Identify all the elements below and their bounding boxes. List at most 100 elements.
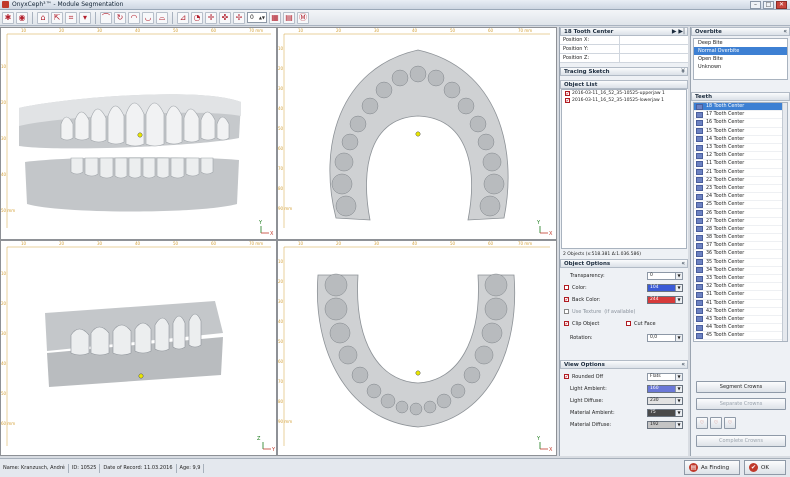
as-finding-button[interactable]: ▤ As Finding xyxy=(684,460,740,475)
material-ambient-picker[interactable]: 75 ▼ xyxy=(647,408,683,417)
asterisk-icon[interactable]: ✱ xyxy=(2,11,14,24)
bounding-box-icon[interactable]: ⌗ xyxy=(65,11,77,24)
tooth-list-item[interactable]: 22 Tooth Center xyxy=(694,177,787,185)
viewport-lateral[interactable]: Z Y 10 20 30 40 50 60 70 mm 10 20 30 40 … xyxy=(1,241,276,455)
axis-icon[interactable]: ✛ xyxy=(205,11,217,24)
lower-jaw-render: X Y xyxy=(283,246,553,453)
tooth-center-marker[interactable] xyxy=(137,132,143,138)
viewport-front[interactable]: Y X 10 20 30 40 50 60 70 mm 10 20 30 40 … xyxy=(1,28,276,239)
occlusion-icon[interactable]: ⌓ xyxy=(156,11,168,24)
tooth-center-marker-upper[interactable] xyxy=(415,131,421,137)
back-color-checkbox[interactable]: ✔ xyxy=(564,297,569,302)
tooth-list-item[interactable]: 37 Tooth Center xyxy=(694,242,787,251)
tooth-center-marker-lateral[interactable] xyxy=(138,373,144,379)
tooth-list-item[interactable]: 34 Tooth Center xyxy=(694,267,787,275)
cut-face-checkbox[interactable] xyxy=(626,321,631,326)
tooth-list-item[interactable]: 44 Tooth Center xyxy=(694,324,787,333)
tooth-list-item[interactable]: 23 Tooth Center xyxy=(694,185,787,194)
object-item[interactable]: ✔ 2016-03-11_16_52_35-10525-upperjaw 1 xyxy=(562,90,686,97)
lower-jaw-icon[interactable]: ◡ xyxy=(142,11,154,24)
overbite-option-selected[interactable]: Normal Overbite xyxy=(694,47,787,55)
light-diffuse-picker[interactable]: 230 ▼ xyxy=(647,396,683,405)
tooth-list-item[interactable]: 11 Tooth Center xyxy=(694,160,787,169)
light-ambient-picker[interactable]: 160 ▼ xyxy=(647,384,683,393)
object-options-header[interactable]: Object Options « xyxy=(560,259,688,268)
tooth-list-item[interactable]: 27 Tooth Center xyxy=(694,218,787,226)
bounding-options-icon[interactable]: ▾ xyxy=(79,11,91,24)
segment-crowns-button[interactable]: Segment Crowns xyxy=(696,381,786,393)
rotation-input[interactable]: 0,0 ▼ xyxy=(647,333,683,342)
overbite-option[interactable]: Deep Bite xyxy=(694,39,787,47)
separate-crowns-button[interactable]: Separate Crowns xyxy=(696,398,786,410)
axis-rotate-icon[interactable]: ✜ xyxy=(219,11,231,24)
teeth-list-scrollbar[interactable] xyxy=(782,103,787,341)
tooth-list-item[interactable]: 26 Tooth Center xyxy=(694,209,787,218)
ruler-icon[interactable]: ▤ xyxy=(283,11,295,24)
viewport-upper-occlusal[interactable]: X Y 10 20 30 40 50 60 70 mm 10 20 30 40 … xyxy=(278,28,556,239)
tooth-list-item[interactable]: 16 Tooth Center xyxy=(694,119,787,128)
crown-tool-1-icon[interactable]: ♡ xyxy=(696,417,708,429)
tooth-move-icon[interactable]: ⇱ xyxy=(51,11,63,24)
tooth-list-item[interactable]: 32 Tooth Center xyxy=(694,283,787,292)
camera-icon[interactable]: ◉ xyxy=(16,11,28,24)
arch-view-icon[interactable]: ⌒ xyxy=(100,11,112,24)
object-checkbox[interactable]: ✔ xyxy=(565,91,570,96)
view-options-header[interactable]: View Options « xyxy=(560,360,688,369)
dental-arch-icon[interactable]: Ⓜ xyxy=(297,11,309,24)
clip-object-checkbox[interactable]: ✔ xyxy=(564,321,569,326)
tooth-list-item[interactable]: 41 Tooth Center xyxy=(694,300,787,308)
axis-alt-icon[interactable]: ✢ xyxy=(233,11,245,24)
rounded-off-checkbox[interactable]: ✔ xyxy=(564,374,569,379)
transparency-input[interactable]: 0 ▼ xyxy=(647,271,683,280)
tooth-list-item[interactable]: 31 Tooth Center xyxy=(694,291,787,300)
maximize-button[interactable]: □ xyxy=(763,0,774,9)
object-checkbox[interactable]: ✔ xyxy=(565,98,570,103)
toolbar-spin-input[interactable]: 0 ▲▼ xyxy=(247,12,267,23)
tooth-list-item[interactable]: 14 Tooth Center xyxy=(694,136,787,144)
tooth-list-item[interactable]: 13 Tooth Center xyxy=(694,144,787,153)
tooth-list-item[interactable]: 12 Tooth Center xyxy=(694,152,787,161)
back-color-picker[interactable]: 244 ▼ xyxy=(647,295,683,304)
object-item[interactable]: ✔ 2016-03-11_16_52_35-10525-lowerjaw 1 xyxy=(562,97,686,104)
overbite-option[interactable]: Open Bite xyxy=(694,55,787,63)
overbite-header[interactable]: Overbite « xyxy=(691,27,790,36)
tooth-list-item[interactable]: 43 Tooth Center xyxy=(694,316,787,325)
measure-icon[interactable]: ⊿ xyxy=(177,11,189,24)
tooth-list-item[interactable]: 45 Tooth Center xyxy=(694,332,787,341)
playback-controls[interactable]: ▶ ▶| xyxy=(672,28,687,35)
tooth-list-item[interactable]: 25 Tooth Center xyxy=(694,201,787,210)
tooth-list-item[interactable]: 18 Tooth Center xyxy=(694,103,787,112)
tooth-list-item[interactable]: 35 Tooth Center xyxy=(694,259,787,267)
material-diffuse-picker[interactable]: 192 ▼ xyxy=(647,420,683,429)
grid-icon[interactable]: ▦ xyxy=(269,11,281,24)
rotate-icon[interactable]: ↻ xyxy=(114,11,126,24)
complete-crowns-button[interactable]: Complete Crowns xyxy=(696,435,786,447)
tooth-swatch-icon xyxy=(696,185,703,192)
rounded-off-select[interactable]: Flats ▼ xyxy=(647,372,683,381)
gauge-icon[interactable]: ◔ xyxy=(191,11,203,24)
tooth-select-icon[interactable]: ⌂ xyxy=(37,11,49,24)
tooth-list-item[interactable]: 28 Tooth Center xyxy=(694,226,787,234)
use-texture-checkbox[interactable] xyxy=(564,309,569,314)
upper-jaw-icon[interactable]: ◠ xyxy=(128,11,140,24)
crown-tool-3-icon[interactable]: ♡ xyxy=(724,417,736,429)
tooth-list-item[interactable]: 38 Tooth Center xyxy=(694,234,787,243)
tooth-list-item[interactable]: 17 Tooth Center xyxy=(694,111,787,120)
tooth-list-item[interactable]: 15 Tooth Center xyxy=(694,128,787,136)
color-checkbox[interactable] xyxy=(564,285,569,290)
tooth-list-item[interactable]: 42 Tooth Center xyxy=(694,308,787,316)
overbite-option[interactable]: Unknown xyxy=(694,63,787,71)
minimize-button[interactable]: – xyxy=(750,0,761,9)
tooth-list-item[interactable]: 24 Tooth Center xyxy=(694,193,787,202)
tracing-sketch-header[interactable]: Tracing Sketch ¥ xyxy=(560,67,688,76)
viewport-lower-occlusal[interactable]: X Y 10 20 30 40 50 60 70 mm 10 20 30 40 … xyxy=(278,241,556,455)
tooth-list-item[interactable]: 21 Tooth Center xyxy=(694,169,787,177)
ok-button[interactable]: ✔ OK xyxy=(744,460,786,475)
color-picker[interactable]: 104 ▼ xyxy=(647,283,683,292)
light-diffuse-row: Light Diffuse: 230 ▼ xyxy=(560,395,688,406)
tooth-center-marker-lower[interactable] xyxy=(415,370,421,376)
tooth-list-item[interactable]: 33 Tooth Center xyxy=(694,275,787,284)
crown-tool-2-icon[interactable]: ♡ xyxy=(710,417,722,429)
tooth-list-item[interactable]: 36 Tooth Center xyxy=(694,250,787,259)
close-button[interactable]: ✕ xyxy=(776,0,787,9)
